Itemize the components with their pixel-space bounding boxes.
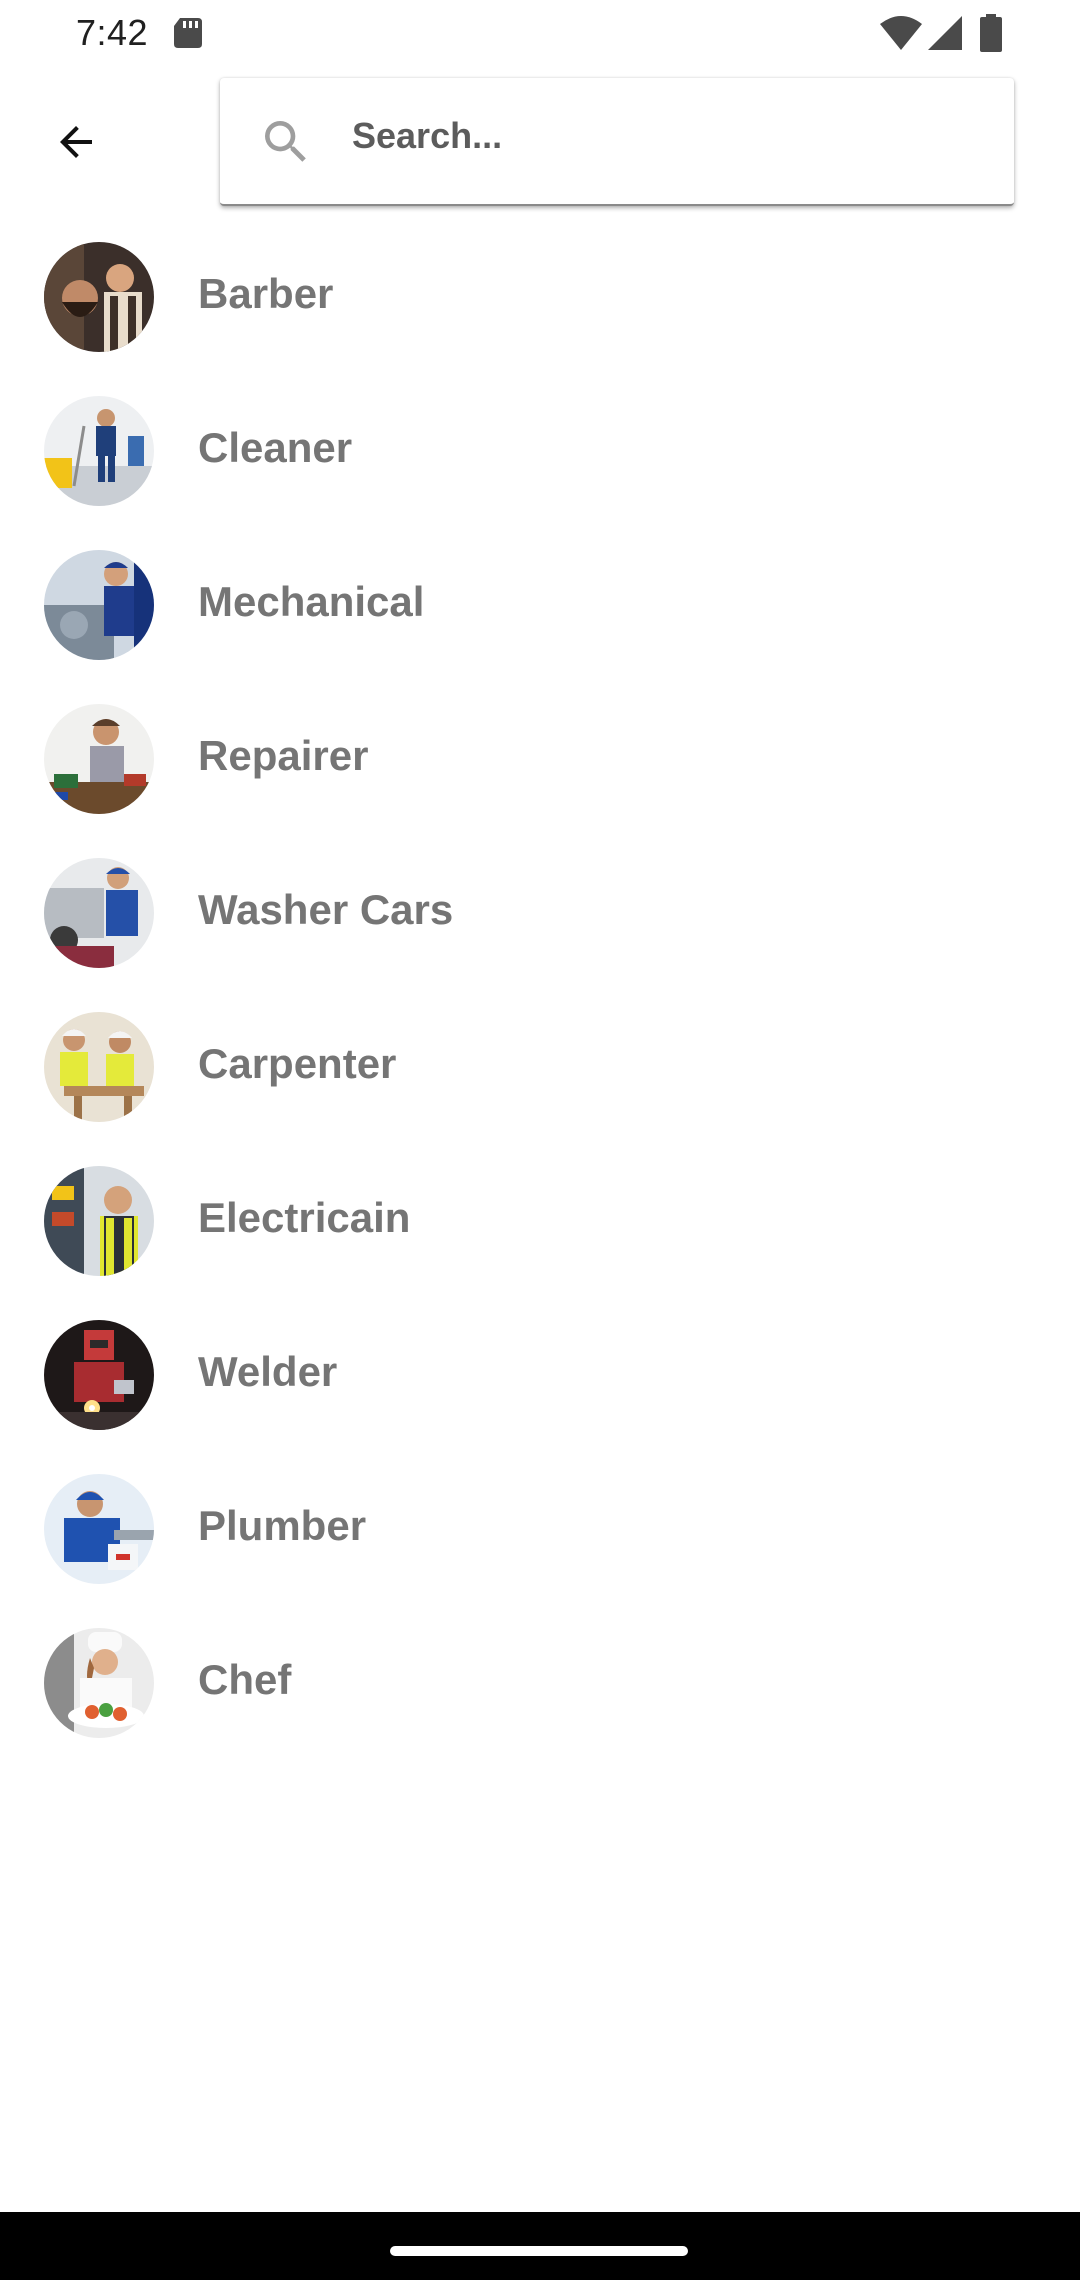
list-item-label: Plumber bbox=[198, 1502, 367, 1549]
signal-icon bbox=[928, 16, 962, 50]
barber-photo bbox=[44, 242, 154, 352]
arrow-back-icon bbox=[60, 126, 92, 158]
list-item-repairer[interactable]: Repairer bbox=[0, 692, 1080, 846]
home-gesture-handle[interactable] bbox=[390, 2246, 688, 2256]
list-item-welder[interactable]: Welder bbox=[0, 1308, 1080, 1462]
back-button[interactable] bbox=[40, 106, 112, 178]
list-item-label: Barber bbox=[198, 270, 334, 317]
status-time: 7:42 bbox=[76, 12, 149, 53]
list-item-electricain[interactable]: Electricain bbox=[0, 1154, 1080, 1308]
list-item-label: Repairer bbox=[198, 732, 369, 779]
list-item-label: Welder bbox=[198, 1348, 338, 1395]
list-item-washer-cars[interactable]: Washer Cars bbox=[0, 846, 1080, 1000]
list-item-label: Chef bbox=[198, 1656, 292, 1703]
list-item-chef[interactable]: Chef bbox=[0, 1616, 1080, 1770]
list-item-carpenter[interactable]: Carpenter bbox=[0, 1000, 1080, 1154]
mechanic-photo bbox=[44, 550, 154, 660]
list-item-mechanical[interactable]: Mechanical bbox=[0, 538, 1080, 692]
plumber-photo bbox=[44, 1474, 154, 1584]
repairer-photo bbox=[44, 704, 154, 814]
search-input[interactable] bbox=[352, 104, 972, 168]
list-item-label: Cleaner bbox=[198, 424, 353, 471]
wifi-icon bbox=[880, 16, 922, 50]
list-item-label: Electricain bbox=[198, 1194, 411, 1241]
electrician-photo bbox=[44, 1166, 154, 1276]
list-item-label: Mechanical bbox=[198, 578, 425, 625]
list-item-cleaner[interactable]: Cleaner bbox=[0, 384, 1080, 538]
battery-icon bbox=[980, 14, 1002, 52]
search-icon bbox=[265, 121, 306, 162]
list-item-plumber[interactable]: Plumber bbox=[0, 1462, 1080, 1616]
category-list: Barber Cleaner Mechanical Repairer Washe… bbox=[0, 230, 1080, 1770]
car-washer-photo bbox=[44, 858, 154, 968]
cleaner-photo bbox=[44, 396, 154, 506]
list-item-label: Carpenter bbox=[198, 1040, 397, 1087]
status-bar: 7:42 bbox=[0, 0, 1080, 68]
screen: 7:42 Search... Barber Cleaner Mechanical… bbox=[0, 0, 1080, 2280]
sd-card-icon bbox=[174, 18, 202, 48]
carpenter-photo bbox=[44, 1012, 154, 1122]
welder-photo bbox=[44, 1320, 154, 1430]
chef-photo bbox=[44, 1628, 154, 1738]
list-item-label: Washer Cars bbox=[198, 886, 454, 933]
list-item-barber[interactable]: Barber bbox=[0, 230, 1080, 384]
search-bar[interactable] bbox=[220, 78, 1014, 206]
